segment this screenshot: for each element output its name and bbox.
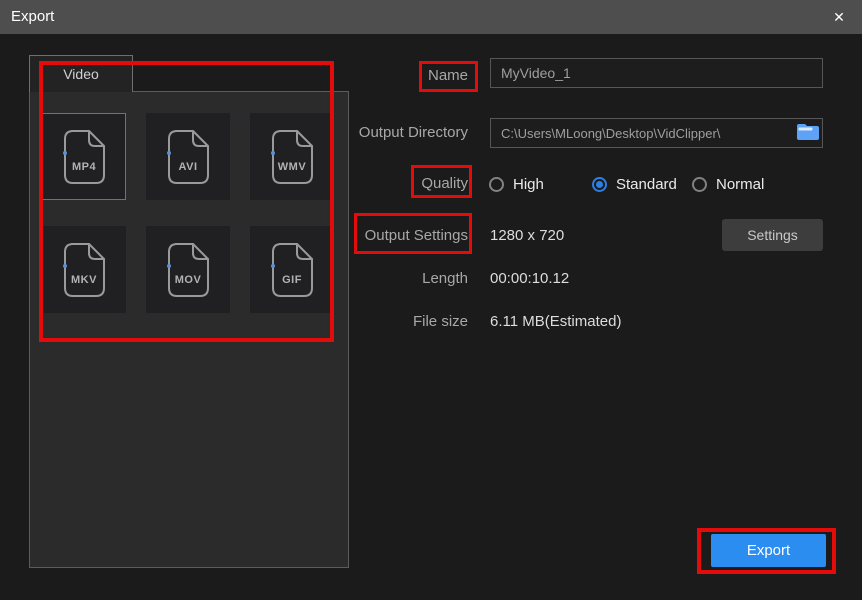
radio-high-label[interactable]: High xyxy=(513,176,544,194)
resolution-value: 1280 x 720 xyxy=(490,227,565,244)
format-label: GIF xyxy=(282,274,302,286)
format-tile-wmv[interactable]: WMV xyxy=(250,113,334,200)
format-label: MP4 xyxy=(72,161,97,173)
format-tile-gif[interactable]: GIF xyxy=(250,226,334,313)
name-input[interactable] xyxy=(490,58,823,88)
format-tile-mov[interactable]: MOV xyxy=(146,226,230,313)
length-value: 00:00:10.12 xyxy=(490,270,570,287)
file-page-icon: WMV xyxy=(271,129,313,184)
radio-standard-label[interactable]: Standard xyxy=(616,176,677,194)
close-button[interactable]: ✕ xyxy=(816,0,862,34)
format-label: AVI xyxy=(178,161,197,173)
window-title: Export xyxy=(11,8,55,25)
file-page-icon: GIF xyxy=(271,242,313,297)
file-page-icon: MP4 xyxy=(63,129,105,184)
title-bar: Export ✕ xyxy=(0,0,862,34)
export-button[interactable]: Export xyxy=(711,534,826,567)
settings-button[interactable]: Settings xyxy=(722,219,823,251)
radio-normal[interactable] xyxy=(692,177,707,192)
radio-high[interactable] xyxy=(489,177,504,192)
file-page-icon: MOV xyxy=(167,242,209,297)
format-tile-mkv[interactable]: MKV xyxy=(42,226,126,313)
file-page-icon: MKV xyxy=(63,242,105,297)
format-label: MOV xyxy=(175,274,202,286)
browse-folder-button[interactable] xyxy=(795,122,821,144)
quality-label: Quality xyxy=(421,175,468,192)
radio-standard[interactable] xyxy=(592,177,607,192)
radio-normal-label[interactable]: Normal xyxy=(716,176,764,194)
output-directory-label: Output Directory xyxy=(358,124,468,141)
folder-icon xyxy=(797,124,819,140)
tab-video[interactable]: Video xyxy=(29,55,133,92)
output-settings-label: Output Settings xyxy=(364,227,468,244)
file-size-value: 6.11 MB(Estimated) xyxy=(490,313,622,330)
file-size-label: File size xyxy=(412,313,468,330)
export-dialog: Export ✕ Video MP4 AVI WMV MKV MOV GIF N… xyxy=(0,0,862,600)
close-icon: ✕ xyxy=(833,9,845,25)
format-label: MKV xyxy=(71,274,97,286)
name-label: Name xyxy=(427,67,468,84)
output-directory-input[interactable] xyxy=(490,118,823,148)
format-label: WMV xyxy=(278,161,307,173)
format-tile-mp4[interactable]: MP4 xyxy=(42,113,126,200)
format-tile-avi[interactable]: AVI xyxy=(146,113,230,200)
length-label: Length xyxy=(422,270,468,287)
file-page-icon: AVI xyxy=(167,129,209,184)
